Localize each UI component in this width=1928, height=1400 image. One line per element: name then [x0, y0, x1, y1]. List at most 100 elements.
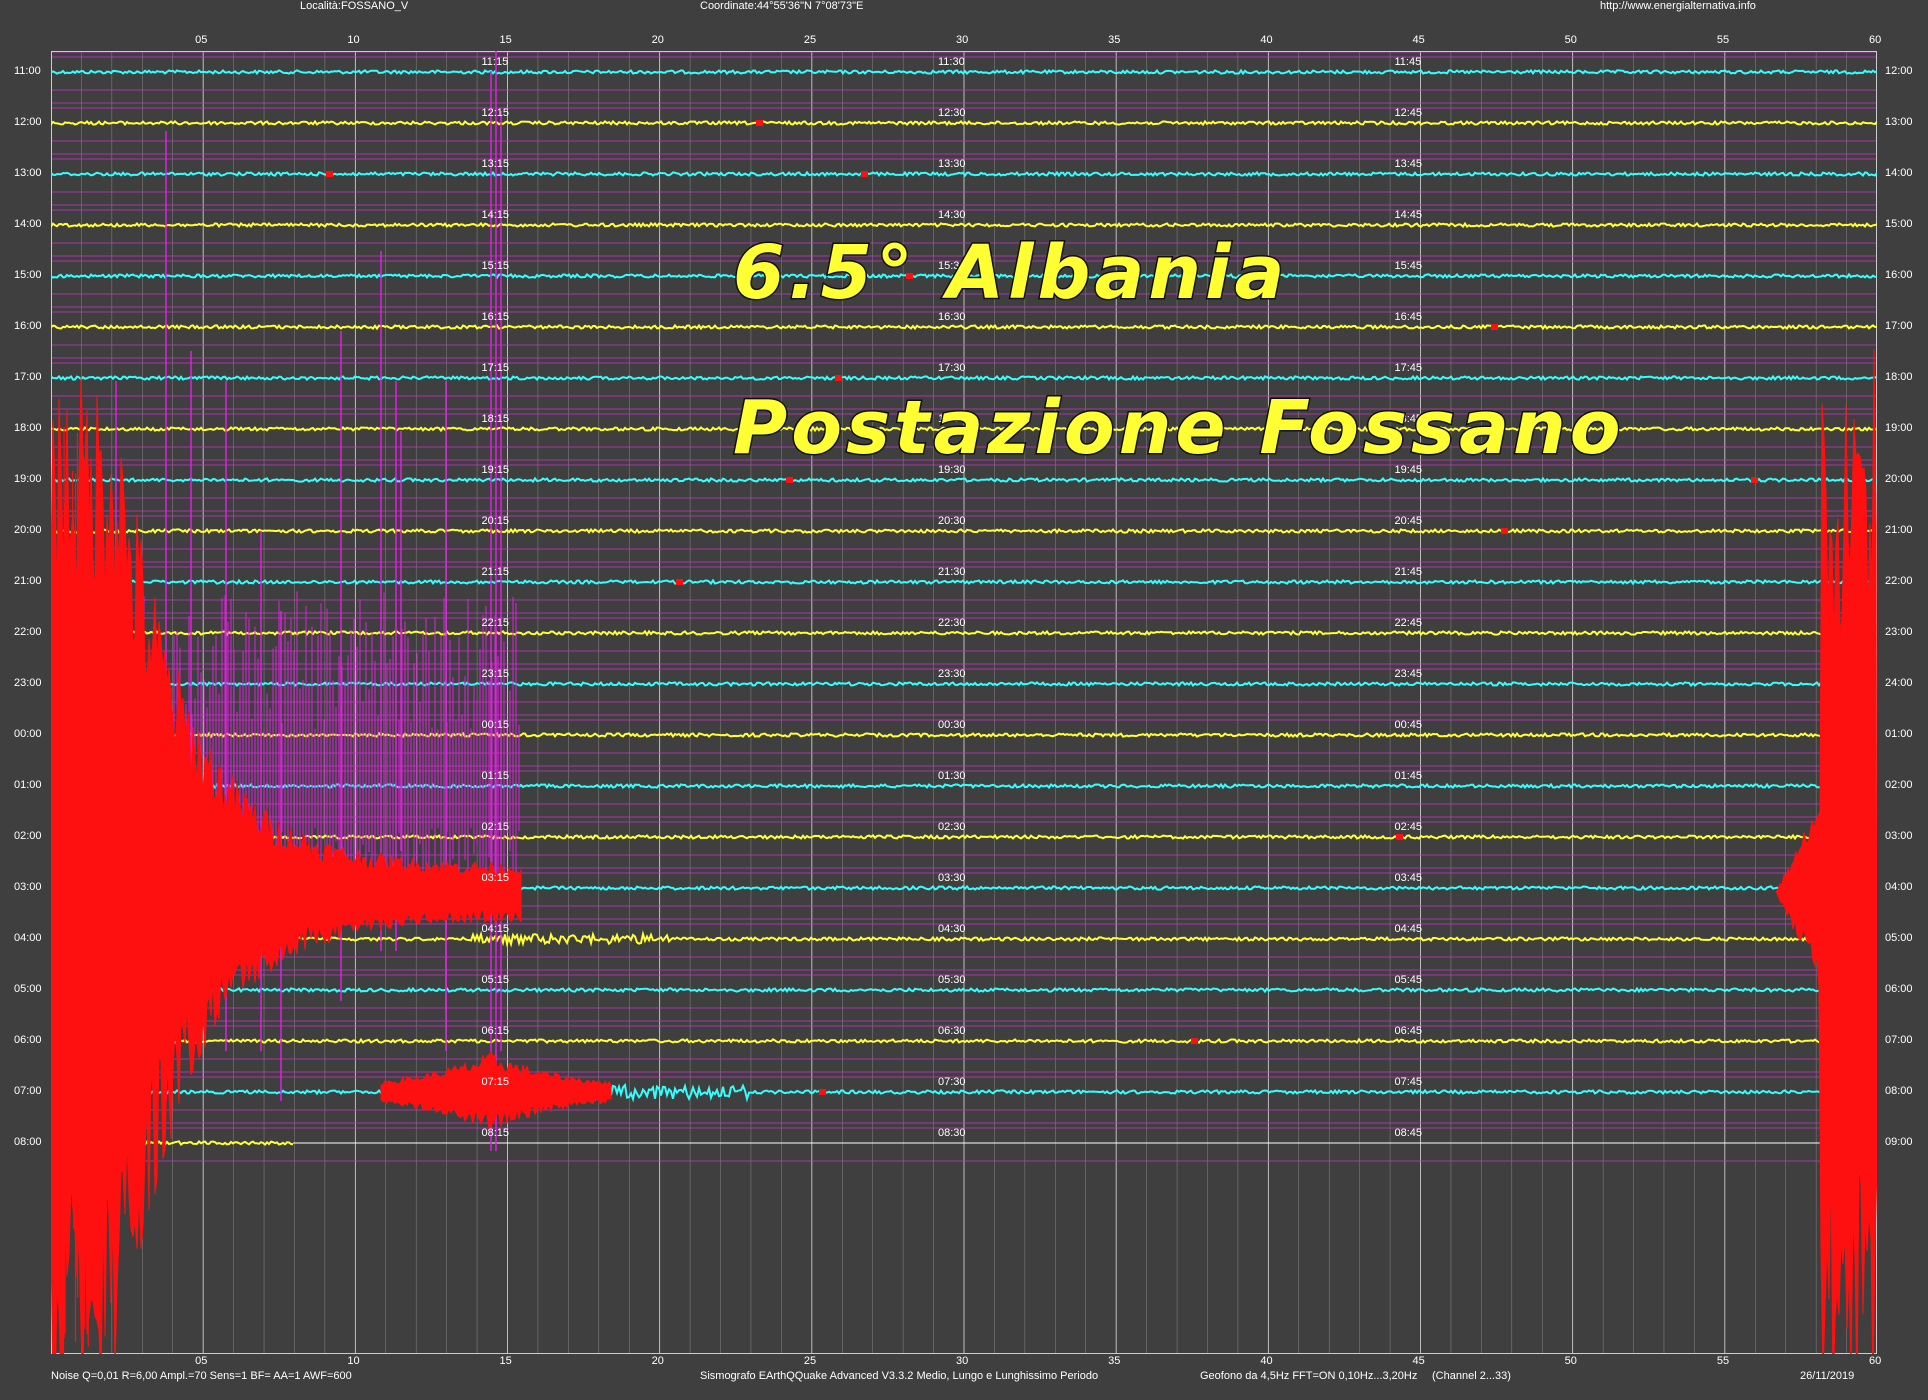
- quarter-hour-label: 06:30: [938, 1025, 966, 1037]
- quarter-hour-label: 11:45: [1394, 56, 1422, 68]
- quarter-hour-label: 12:45: [1394, 107, 1423, 119]
- quarter-hour-label: 23:30: [938, 668, 966, 680]
- top-minute-tick-label: 50: [1564, 34, 1577, 46]
- quarter-hour-label: 08:30: [938, 1127, 966, 1139]
- left-hour-label: 23:00: [14, 677, 42, 689]
- header-location: Località:FOSSANO_V: [300, 0, 409, 12]
- quarter-hour-label: 18:15: [481, 413, 510, 425]
- left-hour-label: 11:00: [14, 65, 41, 77]
- right-hour-label: 04:00: [1885, 881, 1913, 893]
- right-hour-label: 16:00: [1885, 269, 1913, 281]
- bottom-minute-tick-label: 45: [1412, 1355, 1425, 1367]
- quarter-hour-label: 12:15: [481, 107, 510, 119]
- left-hour-label: 21:00: [14, 575, 42, 587]
- event-marker: [1491, 324, 1498, 330]
- left-hour-label: 00:00: [14, 728, 42, 740]
- top-minute-tick-label: 40: [1260, 34, 1273, 46]
- left-hour-label: 12:00: [14, 116, 42, 128]
- quarter-hour-label: 13:45: [1394, 158, 1423, 170]
- top-minute-tick-label: 35: [1108, 34, 1121, 46]
- left-hour-label: 02:00: [14, 830, 42, 842]
- quarter-hour-label: 03:30: [938, 872, 966, 884]
- quarter-hour-label: 01:30: [938, 770, 966, 782]
- footer-channel: (Channel 2...33): [1432, 1370, 1511, 1382]
- left-hour-label: 05:00: [14, 983, 42, 995]
- quarter-hour-label: 17:30: [938, 362, 966, 374]
- bottom-minute-tick-label: 25: [803, 1355, 817, 1367]
- bottom-minute-tick-label: 30: [956, 1355, 969, 1367]
- right-hour-label: 06:00: [1885, 983, 1913, 995]
- quarter-hour-label: 02:45: [1394, 821, 1423, 833]
- right-hour-label: 19:00: [1885, 422, 1913, 434]
- quarter-hour-label: 07:30: [938, 1076, 966, 1088]
- right-hour-label: 02:00: [1885, 779, 1913, 791]
- right-hour-label: 03:00: [1885, 830, 1913, 842]
- header-url: http://www.energialternativa.info: [1600, 0, 1756, 12]
- quarter-hour-label: 14:30: [938, 209, 966, 221]
- top-minute-tick-label: 30: [956, 34, 969, 46]
- quarter-hour-label: 13:30: [938, 158, 966, 170]
- right-hour-label: 12:00: [1885, 65, 1913, 77]
- footer-software: Sismografo EArthQQuake Advanced V3.3.2 M…: [700, 1370, 1099, 1382]
- quarter-hour-label: 22:15: [481, 617, 510, 629]
- left-hour-label: 04:00: [14, 932, 42, 944]
- right-hour-label: 18:00: [1885, 371, 1913, 383]
- quarter-hour-label: 20:45: [1394, 515, 1423, 527]
- event-marker: [835, 375, 842, 381]
- left-hour-label: 08:00: [14, 1136, 42, 1148]
- event-marker: [819, 1089, 826, 1095]
- quarter-hour-label: 22:30: [938, 617, 966, 629]
- quarter-hour-label: 13:15: [481, 158, 510, 170]
- quarter-hour-label: 03:15: [481, 872, 510, 884]
- quarter-hour-label: 14:15: [481, 209, 510, 221]
- top-minute-tick-label: 25: [803, 34, 817, 46]
- quarter-hour-label: 06:15: [481, 1025, 510, 1037]
- left-hour-label: 03:00: [14, 881, 42, 893]
- bottom-minute-tick-label: 15: [499, 1355, 512, 1367]
- footer-date: 26/11/2019: [1800, 1370, 1855, 1382]
- bottom-minute-tick-label: 60: [1869, 1355, 1882, 1367]
- quarter-hour-label: 21:45: [1394, 566, 1423, 578]
- right-hour-label: 20:00: [1885, 473, 1913, 485]
- quarter-hour-label: 06:45: [1394, 1025, 1423, 1037]
- event-marker: [1396, 834, 1403, 840]
- quarter-hour-label: 08:45: [1394, 1127, 1423, 1139]
- bottom-minute-tick-label: 20: [651, 1355, 664, 1367]
- event-marker: [1501, 528, 1508, 534]
- right-hour-label: 15:00: [1885, 218, 1913, 230]
- quarter-hour-label: 08:15: [481, 1127, 510, 1139]
- quarter-hour-label: 07:15: [481, 1076, 510, 1088]
- top-minute-tick-label: 55: [1716, 34, 1730, 46]
- right-hour-label: 01:00: [1885, 728, 1913, 740]
- event-marker: [676, 579, 683, 585]
- event-marker: [786, 477, 793, 483]
- quarter-hour-label: 02:30: [938, 821, 966, 833]
- left-hour-label: 01:00: [14, 779, 42, 791]
- right-hour-label: 24:00: [1885, 677, 1913, 689]
- quarter-hour-label: 19:15: [481, 464, 510, 476]
- quarter-hour-label: 23:15: [481, 668, 510, 680]
- quarter-hour-label: 14:45: [1394, 209, 1423, 221]
- quarter-hour-label: 11:15: [481, 56, 509, 68]
- right-hour-label: 13:00: [1885, 116, 1913, 128]
- quarter-hour-label: 11:30: [938, 56, 965, 68]
- quarter-hour-label: 12:30: [938, 107, 966, 119]
- quarter-hour-label: 05:45: [1394, 974, 1423, 986]
- top-minute-tick-label: 05: [195, 34, 208, 46]
- quarter-hour-label: 04:15: [481, 923, 510, 935]
- event-marker: [861, 171, 868, 177]
- top-minute-tick-label: 15: [499, 34, 512, 46]
- right-hour-label: 05:00: [1885, 932, 1913, 944]
- top-minute-tick-label: 60: [1869, 34, 1882, 46]
- left-hour-label: 07:00: [14, 1085, 42, 1097]
- right-hour-label: 22:00: [1885, 575, 1913, 587]
- left-hour-label: 22:00: [14, 626, 42, 638]
- left-hour-label: 15:00: [14, 269, 42, 281]
- right-hour-label: 23:00: [1885, 626, 1913, 638]
- right-hour-label: 14:00: [1885, 167, 1913, 179]
- right-hour-label: 08:00: [1885, 1085, 1913, 1097]
- left-hour-label: 14:00: [14, 218, 42, 230]
- quarter-hour-label: 22:45: [1394, 617, 1423, 629]
- bottom-minute-tick-label: 05: [195, 1355, 208, 1367]
- quarter-hour-label: 20:30: [938, 515, 966, 527]
